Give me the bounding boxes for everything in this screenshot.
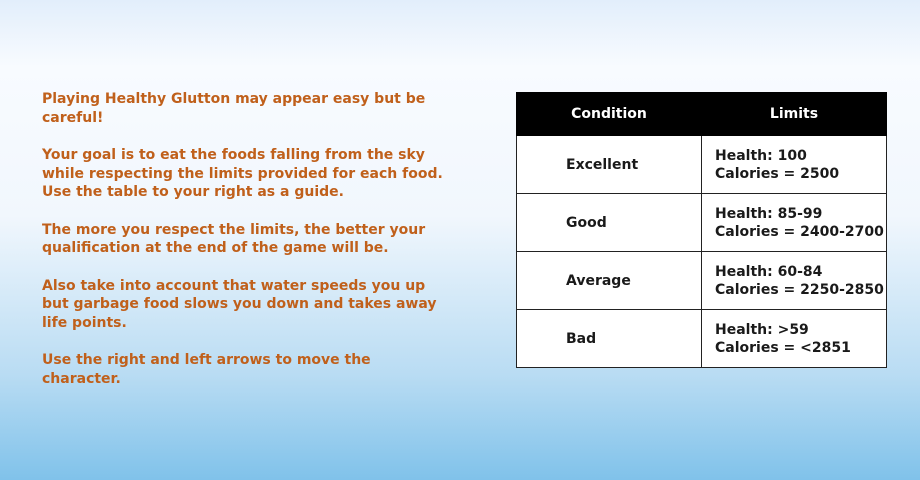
limits-cell: Health: >59 Calories = <2851: [701, 309, 887, 368]
condition-header: Condition: [516, 92, 702, 136]
instruction-qualification: The more you respect the limits, the bet…: [42, 221, 426, 257]
limits-cell: Health: 85-99 Calories = 2400-2700: [701, 193, 887, 252]
limits-cell: Health: 60-84 Calories = 2250-2850: [701, 251, 887, 310]
condition-cell: Good: [516, 193, 702, 252]
calories-limit: Calories = <2851: [715, 339, 851, 356]
calories-limit: Calories = 2500: [715, 165, 840, 182]
condition-cell: Bad: [516, 309, 702, 368]
instruction-goal: Your goal is to eat the foods falling fr…: [42, 147, 443, 200]
limits-cell: Health: 100 Calories = 2500: [701, 135, 887, 194]
table-row: Good Health: 85-99 Calories = 2400-2700: [516, 193, 887, 252]
health-limit: Health: 85-99: [715, 205, 823, 222]
instruction-controls: Use the right and left arrows to move th…: [42, 352, 371, 387]
calories-limit: Calories = 2250-2850: [715, 281, 884, 298]
table-row: Average Health: 60-84 Calories = 2250-28…: [516, 251, 887, 310]
instructions-panel: Playing Healthy Glutton may appear easy …: [42, 90, 452, 407]
limits-table: Condition Limits Excellent Health: 100 C…: [516, 92, 887, 368]
instruction-water-garbage: Also take into account that water speeds…: [42, 277, 437, 331]
condition-cell: Excellent: [516, 135, 702, 194]
limits-header: Limits: [701, 92, 887, 136]
condition-cell: Average: [516, 251, 702, 310]
health-limit: Health: >59: [715, 321, 809, 338]
health-limit: Health: 60-84: [715, 263, 823, 280]
calories-limit: Calories = 2400-2700: [715, 223, 884, 240]
table-row: Bad Health: >59 Calories = <2851: [516, 309, 887, 368]
table-row: Excellent Health: 100 Calories = 2500: [516, 135, 887, 194]
table-header-row: Condition Limits: [516, 92, 887, 136]
instruction-intro: Playing Healthy Glutton may appear easy …: [42, 91, 426, 126]
health-limit: Health: 100: [715, 147, 807, 164]
